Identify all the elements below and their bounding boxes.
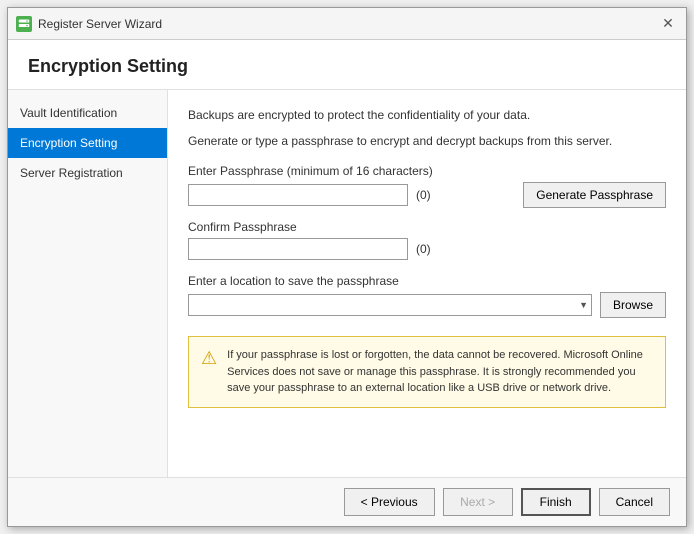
location-select[interactable]	[188, 294, 592, 316]
dialog-header: Encryption Setting	[8, 40, 686, 90]
sidebar-item-encryption-setting[interactable]: Encryption Setting	[8, 128, 167, 158]
cancel-button[interactable]: Cancel	[599, 488, 670, 516]
title-bar: Register Server Wizard ✕	[8, 8, 686, 40]
location-row: Browse	[188, 292, 666, 318]
warning-text: If your passphrase is lost or forgotten,…	[227, 347, 653, 397]
register-server-dialog: Register Server Wizard ✕ Encryption Sett…	[7, 7, 687, 527]
dialog-footer: < Previous Next > Finish Cancel	[8, 477, 686, 526]
close-button[interactable]: ✕	[658, 14, 678, 34]
next-button[interactable]: Next >	[443, 488, 513, 516]
passphrase-label: Enter Passphrase (minimum of 16 characte…	[188, 164, 666, 178]
title-bar-text: Register Server Wizard	[38, 17, 658, 31]
main-content: Backups are encrypted to protect the con…	[168, 90, 686, 477]
passphrase-count: (0)	[416, 188, 431, 202]
location-label: Enter a location to save the passphrase	[188, 274, 666, 288]
sidebar-item-vault-identification[interactable]: Vault Identification	[8, 98, 167, 128]
app-icon	[16, 16, 32, 32]
confirm-passphrase-label: Confirm Passphrase	[188, 220, 666, 234]
confirm-passphrase-input[interactable]	[188, 238, 408, 260]
info-line-1: Backups are encrypted to protect the con…	[188, 106, 666, 124]
confirm-passphrase-row: (0)	[188, 238, 666, 260]
location-select-wrapper	[188, 294, 592, 316]
sidebar: Vault Identification Encryption Setting …	[8, 90, 168, 477]
passphrase-row: (0) Generate Passphrase	[188, 182, 666, 208]
dialog-body: Vault Identification Encryption Setting …	[8, 90, 686, 477]
info-line-2: Generate or type a passphrase to encrypt…	[188, 132, 666, 150]
warning-icon: ⚠	[201, 348, 217, 369]
warning-box: ⚠ If your passphrase is lost or forgotte…	[188, 336, 666, 408]
passphrase-input[interactable]	[188, 184, 408, 206]
sidebar-item-server-registration[interactable]: Server Registration	[8, 158, 167, 188]
confirm-count: (0)	[416, 242, 431, 256]
browse-button[interactable]: Browse	[600, 292, 666, 318]
finish-button[interactable]: Finish	[521, 488, 591, 516]
generate-passphrase-button[interactable]: Generate Passphrase	[523, 182, 666, 208]
previous-button[interactable]: < Previous	[344, 488, 435, 516]
page-title: Encryption Setting	[28, 56, 666, 77]
